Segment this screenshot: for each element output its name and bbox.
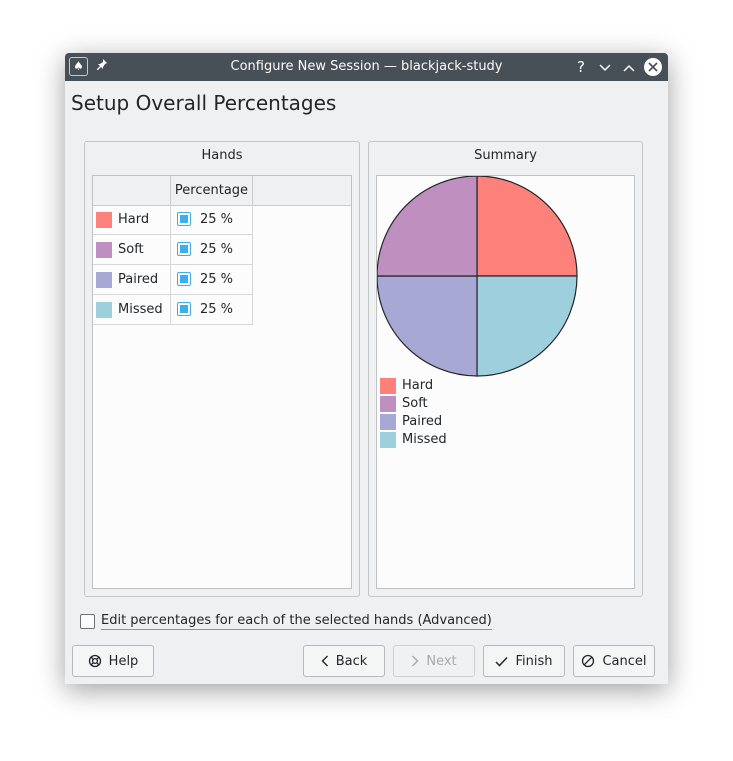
next-button[interactable]: Next: [393, 645, 475, 677]
percentage-cell[interactable]: 25 %: [171, 235, 253, 265]
percentage-value: 25 %: [200, 272, 234, 287]
page-title: Setup Overall Percentages: [71, 91, 337, 115]
legend-swatch: [380, 432, 396, 448]
hand-cell[interactable]: Paired: [93, 265, 171, 295]
pie-slice-missed: [476, 275, 578, 377]
hand-label: Missed: [118, 302, 163, 317]
finish-button[interactable]: Finish: [483, 645, 565, 677]
pie-slice-paired: [377, 275, 478, 377]
table-row[interactable]: Missed 25 %: [93, 295, 253, 325]
table-header: Percentage: [93, 176, 351, 206]
legend-label: Hard: [402, 378, 434, 393]
summary-groupbox: Summary Hard Soft Paired Missed: [368, 141, 643, 597]
close-icon[interactable]: [644, 58, 662, 76]
spinbox-icon: [177, 272, 191, 286]
percentage-cell[interactable]: 25 %: [171, 205, 253, 235]
hand-label: Hard: [118, 212, 150, 227]
hand-color-swatch: [96, 302, 112, 318]
pie-slice-soft: [377, 176, 478, 277]
spinbox-icon: [177, 212, 191, 226]
percentage-cell[interactable]: 25 %: [171, 295, 253, 325]
chevron-left-icon: [321, 655, 329, 667]
hands-group-title: Hands: [201, 148, 243, 163]
hand-color-swatch: [96, 272, 112, 288]
help-titlebar-icon[interactable]: ?: [571, 57, 591, 77]
legend-swatch: [380, 414, 396, 430]
chevron-right-icon: [411, 655, 419, 667]
finish-button-label: Finish: [515, 653, 553, 669]
summary-chart: Hard Soft Paired Missed: [376, 175, 635, 589]
cancel-icon: [581, 654, 595, 668]
advanced-checkbox[interactable]: [80, 614, 95, 629]
pie-chart: [377, 176, 578, 377]
hand-cell[interactable]: Hard: [93, 205, 171, 235]
table-row[interactable]: Soft 25 %: [93, 235, 253, 265]
title-bar[interactable]: ♠ Configure New Session — blackjack-stud…: [65, 53, 668, 81]
hands-table[interactable]: Percentage Hard 25 % Soft 25 % Paired 25 % Mis…: [92, 175, 352, 589]
next-button-label: Next: [426, 653, 457, 669]
back-button[interactable]: Back: [303, 645, 385, 677]
column-header-percentage[interactable]: Percentage: [171, 176, 253, 205]
pie-slice-hard: [476, 176, 578, 277]
hand-label: Soft: [118, 242, 144, 257]
legend-swatch: [380, 378, 396, 394]
spinbox-icon: [177, 242, 191, 256]
table-row[interactable]: Hard 25 %: [93, 205, 253, 235]
percentage-value: 25 %: [200, 302, 234, 317]
spinbox-icon: [177, 302, 191, 316]
legend-swatch: [380, 396, 396, 412]
percentage-cell[interactable]: 25 %: [171, 265, 253, 295]
minimize-icon[interactable]: [595, 57, 615, 77]
hand-color-swatch: [96, 242, 112, 258]
checkmark-icon: [495, 656, 509, 667]
maximize-icon[interactable]: [619, 57, 639, 77]
hand-label: Paired: [118, 272, 159, 287]
hands-groupbox: Hands Percentage Hard 25 % Soft 25 % Paired 2…: [84, 141, 360, 597]
legend-label: Soft: [402, 396, 428, 411]
column-header-hand[interactable]: [93, 176, 171, 205]
legend-label: Paired: [402, 414, 443, 429]
dialog-window: ♠ Configure New Session — blackjack-stud…: [65, 53, 668, 684]
help-button-label: Help: [108, 653, 139, 669]
percentage-value: 25 %: [200, 242, 234, 257]
legend-label: Missed: [402, 432, 447, 447]
cancel-button[interactable]: Cancel: [573, 645, 655, 677]
hand-cell[interactable]: Missed: [93, 295, 171, 325]
advanced-checkbox-label[interactable]: Edit percentages for each of the selecte…: [101, 613, 492, 630]
summary-group-title: Summary: [474, 148, 537, 163]
cancel-button-label: Cancel: [602, 653, 647, 669]
back-button-label: Back: [335, 653, 368, 669]
percentage-value: 25 %: [200, 212, 234, 227]
hand-color-swatch: [96, 212, 112, 228]
hand-cell[interactable]: Soft: [93, 235, 171, 265]
help-button[interactable]: Help: [72, 645, 154, 677]
lifebuoy-icon: [88, 654, 102, 668]
table-row[interactable]: Paired 25 %: [93, 265, 253, 295]
